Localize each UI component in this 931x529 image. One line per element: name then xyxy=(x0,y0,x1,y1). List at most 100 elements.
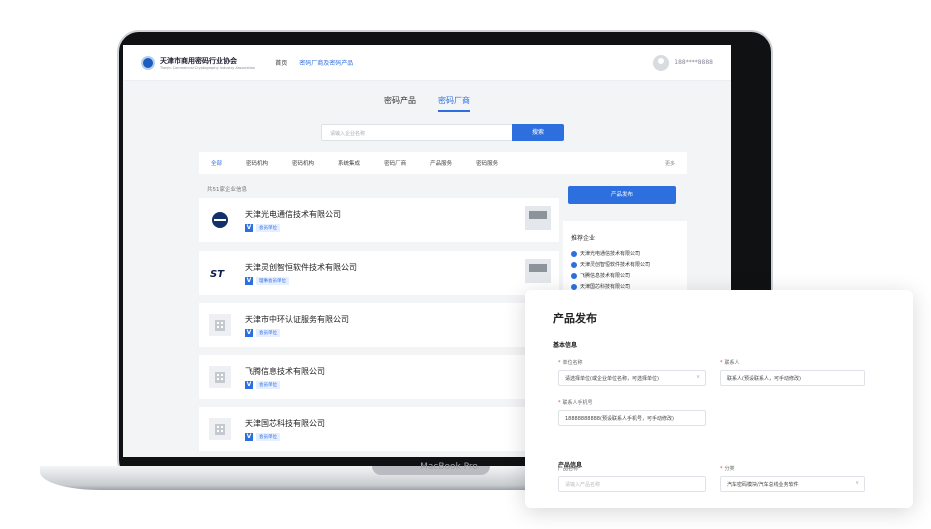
logo-cn: 天津市商用密码行业协会 xyxy=(160,56,237,65)
avatar xyxy=(653,54,670,71)
building-icon xyxy=(209,366,231,388)
category-item[interactable]: 系统集成 xyxy=(338,159,360,167)
company-logo: ST xyxy=(209,262,231,284)
section-basic-info: 基本信息 xyxy=(553,342,578,349)
user-phone: 188****8888 xyxy=(674,59,713,66)
verified-icon: V xyxy=(245,328,253,337)
logo-text: 天津市商用密码行业协会 Tianjin Commercial Cryptogra… xyxy=(160,56,255,70)
company-card[interactable]: 天津光电通信技术有限公司 V 会员单位 xyxy=(199,198,559,242)
company-info: 天津光电通信技术有限公司 V 会员单位 xyxy=(245,209,341,232)
company-name: 天津光电通信技术有限公司 xyxy=(245,209,341,219)
category-bar: 全部 密码机构 密码机构 系统集成 密码厂商 产品服务 密码服务 更多 xyxy=(199,152,687,174)
sidebar-item-label: 天津国芯科技有限公司 xyxy=(580,284,631,290)
phone-input[interactable]: 18888888888(预设联系人手机号，可手动修改) xyxy=(558,410,706,426)
category-label-text: 分类 xyxy=(724,466,735,472)
sidebar-item[interactable]: 飞腾信息技术有限公司 xyxy=(571,272,679,279)
verified-icon: V xyxy=(245,432,253,441)
company-tag: V 理事会员单位 xyxy=(245,276,357,285)
member-badge: 会员单位 xyxy=(256,432,280,441)
sidebar-item-label: 飞腾信息技术有限公司 xyxy=(580,273,631,279)
company-info: 飞腾信息技术有限公司 V 会员单位 xyxy=(245,366,325,389)
category-label: * 分类 xyxy=(720,466,735,472)
sidebar-item[interactable]: 天津光电通信技术有限公司 xyxy=(571,250,679,257)
company-thumbnail xyxy=(525,259,551,283)
product-name-input[interactable]: 请输入产品名称 xyxy=(558,476,706,492)
org-label: * 单位名称 xyxy=(558,360,583,366)
company-name: 天津国芯科技有限公司 xyxy=(245,418,325,428)
contact-label: * 联系人 xyxy=(720,360,740,366)
sidebar-item-label: 天津灵创智恒软件技术有限公司 xyxy=(580,262,651,268)
company-name: 天津市中环认证服务有限公司 xyxy=(245,314,349,324)
company-logo xyxy=(209,209,231,231)
company-tag: V 会员单位 xyxy=(245,328,349,337)
company-card[interactable]: 飞腾信息技术有限公司 V 会员单位 xyxy=(199,355,559,399)
building-icon xyxy=(209,418,231,440)
result-count: 共51家企业信息 xyxy=(207,187,247,193)
company-info: 天津灵创智恒软件技术有限公司 V 理事会员单位 xyxy=(245,262,357,285)
logo-mark-icon xyxy=(141,55,155,70)
recommended-companies: 推荐企业 天津光电通信技术有限公司 天津灵创智恒软件技术有限公司 飞腾信息技术有… xyxy=(563,221,687,301)
search-input[interactable]: 请输入企业名称 xyxy=(321,124,513,141)
contact-label-text: 联系人 xyxy=(724,360,740,366)
sidebar-title: 推荐企业 xyxy=(571,235,596,242)
category-item[interactable]: 密码厂商 xyxy=(384,159,406,167)
verified-icon: V xyxy=(245,380,253,389)
company-card[interactable]: ST 天津灵创智恒软件技术有限公司 V 理事会员单位 xyxy=(199,251,559,295)
popup-title: 产品发布 xyxy=(553,312,597,325)
stage: MacBook Pro 天津市商用密码行业协会 Tianjin Commerci… xyxy=(0,0,931,529)
category-item[interactable]: 密码机构 xyxy=(292,159,314,167)
site-logo[interactable]: 天津市商用密码行业协会 Tianjin Commercial Cryptogra… xyxy=(141,55,255,70)
publish-product-button[interactable]: 产品发布 xyxy=(568,186,676,204)
more-categories[interactable]: 更多 xyxy=(665,160,675,167)
category-all[interactable]: 全部 xyxy=(211,159,222,167)
check-icon xyxy=(571,261,577,268)
check-icon xyxy=(571,250,577,257)
main-tabs: 密码产品 密码厂商 xyxy=(123,95,731,112)
check-icon xyxy=(571,272,577,279)
company-tag: V 会员单位 xyxy=(245,223,341,232)
verified-icon: V xyxy=(245,223,253,232)
user-menu[interactable]: 188****8888 xyxy=(653,54,713,71)
logo-en: Tianjin Commercial Cryptography Industry… xyxy=(160,65,256,70)
verified-icon: V xyxy=(245,276,253,285)
category-item[interactable]: 密码机构 xyxy=(246,159,268,167)
phone-label: * 联系人手机号 xyxy=(558,400,593,406)
search-button[interactable]: 搜索 xyxy=(512,124,564,141)
member-badge: 理事会员单位 xyxy=(256,276,289,285)
contact-input[interactable]: 联系人(预设联系人，可手动修改) xyxy=(720,370,865,386)
phone-label-text: 联系人手机号 xyxy=(562,400,593,406)
company-info: 天津市中环认证服务有限公司 V 会员单位 xyxy=(245,314,349,337)
category-item[interactable]: 产品服务 xyxy=(430,159,452,167)
company-card[interactable]: 天津市中环认证服务有限公司 V 会员单位 xyxy=(199,303,559,347)
category-item[interactable]: 密码服务 xyxy=(476,159,498,167)
company-name: 天津灵创智恒软件技术有限公司 xyxy=(245,262,357,272)
building-icon xyxy=(209,314,231,336)
device-label: MacBook Pro xyxy=(420,462,478,472)
category-select[interactable]: 汽车密码模块/汽车总线业务软件 ∨ xyxy=(720,476,865,492)
company-tag: V 会员单位 xyxy=(245,432,325,441)
company-info: 天津国芯科技有限公司 V 会员单位 xyxy=(245,418,325,441)
company-card[interactable]: 天津国芯科技有限公司 V 会员单位 xyxy=(199,407,559,451)
nav-vendors-products[interactable]: 密码厂商及密码产品 xyxy=(299,58,353,67)
member-badge: 会员单位 xyxy=(256,380,280,389)
tab-products[interactable]: 密码产品 xyxy=(384,95,416,112)
sidebar-item[interactable]: 天津国芯科技有限公司 xyxy=(571,283,679,290)
tab-vendors[interactable]: 密码厂商 xyxy=(438,95,470,112)
org-select[interactable]: 请选择单位(或企业单位名称，可选择单位) ∨ xyxy=(558,370,706,386)
svg-text:ST: ST xyxy=(210,269,225,280)
chevron-down-icon: ∨ xyxy=(696,374,700,380)
company-tag: V 会员单位 xyxy=(245,380,325,389)
publish-form-popup: 产品发布 基本信息 * 单位名称 请选择单位(或企业单位名称，可选择单位) ∨ * 联… xyxy=(525,290,913,508)
member-badge: 会员单位 xyxy=(256,223,280,232)
company-thumbnail xyxy=(525,206,551,230)
top-nav: 天津市商用密码行业协会 Tianjin Commercial Cryptogra… xyxy=(123,45,731,81)
check-icon xyxy=(571,283,577,290)
org-value: 请选择单位(或企业单位名称，可选择单位) xyxy=(565,376,659,382)
sidebar-item-label: 天津光电通信技术有限公司 xyxy=(580,251,641,257)
product-name-label: 产品名称 xyxy=(558,466,579,472)
category-value: 汽车密码模块/汽车总线业务软件 xyxy=(727,482,799,488)
company-name: 飞腾信息技术有限公司 xyxy=(245,366,325,376)
sidebar-item[interactable]: 天津灵创智恒软件技术有限公司 xyxy=(571,261,679,268)
nav-home[interactable]: 首页 xyxy=(275,58,287,67)
chevron-down-icon: ∨ xyxy=(855,480,859,486)
